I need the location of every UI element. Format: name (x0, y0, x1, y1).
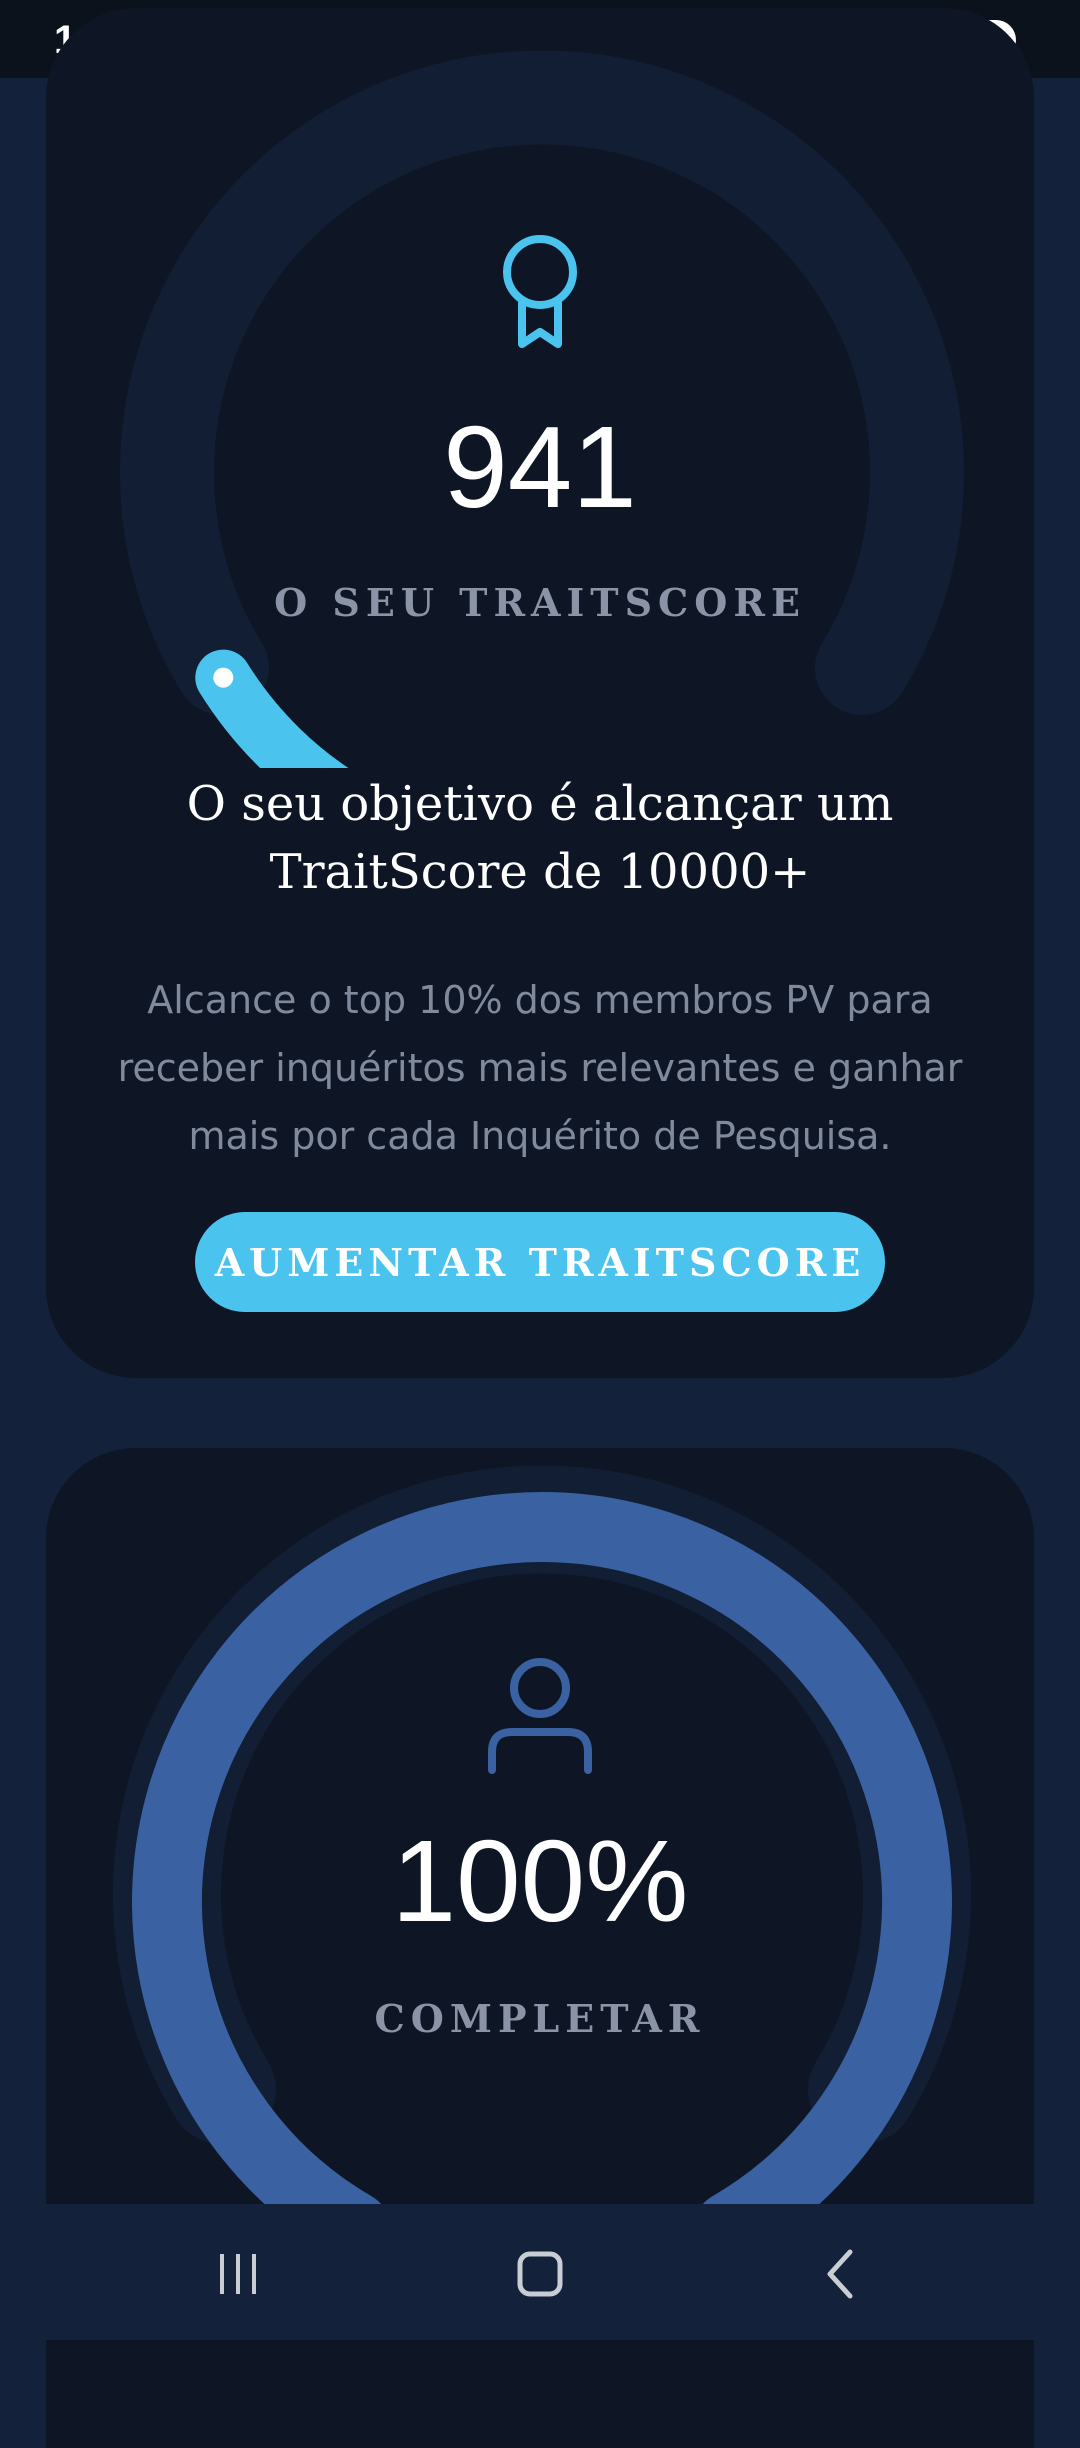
goal-line-2: TraitScore de 10000+ (269, 844, 811, 900)
goal-title: O seu objetivo é alcançar um TraitScore … (106, 770, 974, 906)
profile-completion-label: COMPLETAR (374, 1996, 706, 2041)
increase-traitscore-button[interactable]: AUMENTAR TRAITSCORE (195, 1212, 885, 1312)
navigation-bar (0, 2204, 1080, 2340)
traitscore-card: 941 O SEU TRAITSCORE O seu objetivo é al… (46, 8, 1034, 1378)
user-icon (486, 1656, 594, 1776)
back-icon[interactable] (812, 2244, 872, 2304)
gauge-marker (213, 667, 234, 688)
recent-apps-icon[interactable] (208, 2244, 268, 2304)
description-line-2: receber inquéritos mais relevantes e gan… (117, 1046, 963, 1090)
goal-line-1: O seu objetivo é alcançar um (186, 776, 894, 832)
home-icon[interactable] (510, 2244, 570, 2304)
profile-completion-value: 100% (391, 1816, 689, 1946)
traitscore-gauge (120, 50, 964, 768)
traitscore-label: O SEU TRAITSCORE (274, 580, 806, 625)
goal-description: Alcance o top 10% dos membros PV para re… (86, 966, 994, 1170)
traitscore-value: 941 (443, 402, 637, 532)
award-ribbon-icon (500, 232, 580, 352)
gauge-progress (195, 649, 349, 768)
description-line-1: Alcance o top 10% dos membros PV para (147, 978, 933, 1022)
description-line-3: mais por cada Inquérito de Pesquisa. (188, 1114, 892, 1158)
